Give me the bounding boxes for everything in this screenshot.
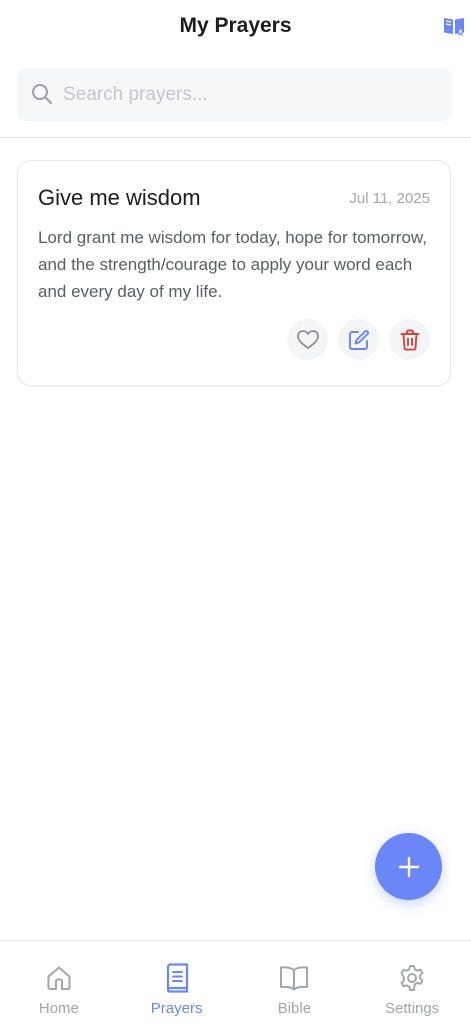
tab-home[interactable]: Home (0, 941, 118, 1024)
tab-bible[interactable]: Bible (236, 941, 354, 1024)
favorite-button[interactable] (287, 319, 328, 360)
app-header: My Prayers (0, 0, 471, 54)
delete-button[interactable] (389, 319, 430, 360)
book-icon (444, 18, 464, 36)
bottom-tab-bar: Home Prayers Bible Settings (0, 940, 471, 1024)
heart-icon (296, 329, 319, 349)
tab-home-label: Home (38, 1000, 79, 1017)
prayer-body: Lord grant me wisdom for today, hope for… (38, 228, 427, 301)
tab-settings-label: Settings (385, 1000, 440, 1017)
tab-prayers[interactable]: Prayers (118, 941, 236, 1024)
home-icon (47, 966, 71, 990)
tab-prayers-label: Prayers (150, 1000, 203, 1017)
settings-icon (400, 965, 424, 991)
edit-button[interactable] (338, 319, 379, 360)
header-divider (0, 137, 471, 138)
prayers-icon (166, 963, 188, 993)
prayer-title: Give me wisdom (38, 185, 201, 210)
tab-bible-label: Bible (277, 1000, 312, 1017)
plus-icon (398, 856, 419, 877)
trash-icon (400, 329, 419, 351)
prayer-date: Jul 11, 2025 (349, 190, 430, 207)
prayer-card[interactable]: Give me wisdom Jul 11, 2025 Lord grant m… (17, 160, 451, 386)
page-title: My Prayers (179, 14, 292, 37)
book-button[interactable] (442, 14, 466, 38)
search-input[interactable] (63, 68, 443, 121)
add-prayer-button[interactable] (375, 833, 442, 900)
bible-icon (280, 966, 309, 991)
search-bar (17, 68, 452, 121)
search-icon (32, 84, 52, 104)
tab-settings[interactable]: Settings (353, 941, 471, 1024)
prayer-actions (287, 319, 430, 360)
edit-icon (348, 329, 369, 350)
